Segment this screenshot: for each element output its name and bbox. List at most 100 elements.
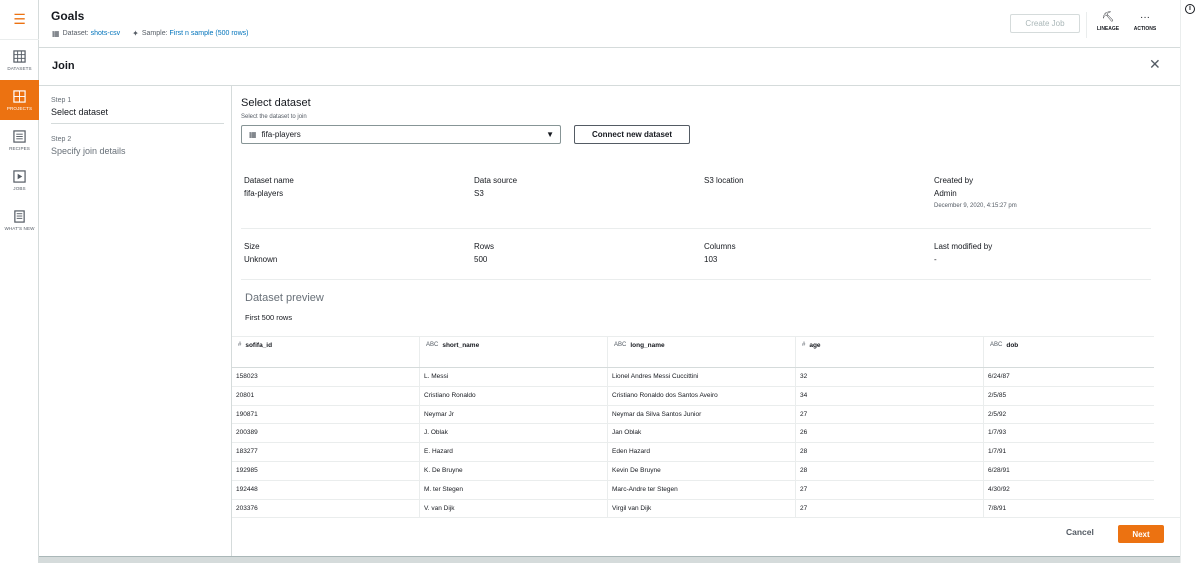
prop-value: Unknown xyxy=(244,255,278,264)
prop-label: Dataset name xyxy=(244,176,294,185)
divider xyxy=(241,279,1151,280)
prop-created-by: Created by Admin December 9, 2020, 4:15:… xyxy=(934,176,1134,209)
next-button[interactable]: Next xyxy=(1118,525,1164,543)
table-cell[interactable]: Virgil van Dijk xyxy=(608,499,796,518)
cancel-button[interactable]: Cancel xyxy=(1066,527,1094,537)
nav-whats-new[interactable]: WHAT'S NEW xyxy=(0,200,39,240)
table-cell[interactable]: 2/5/92 xyxy=(984,406,1154,424)
nav-recipes[interactable]: RECIPES xyxy=(0,120,39,160)
prop-value: fifa-players xyxy=(244,189,284,198)
table-cell[interactable]: 27 xyxy=(796,499,984,518)
table-cell[interactable]: 28 xyxy=(796,461,984,480)
table-cell[interactable]: Cristiano Ronaldo dos Santos Aveiro xyxy=(608,386,796,405)
table-cell[interactable]: 192985 xyxy=(232,461,420,480)
table-cell[interactable]: 34 xyxy=(796,386,984,405)
table-row: 183277 E. Hazard Eden Hazard 28 1/7/91 xyxy=(232,443,1154,462)
table-cell[interactable]: Neymar Jr xyxy=(420,405,608,424)
table-cell[interactable]: 203376 xyxy=(232,499,420,518)
table-cell[interactable]: J. Oblak xyxy=(420,424,608,443)
table-cell[interactable]: 183277 xyxy=(232,443,420,461)
table-cell[interactable]: V. van Dijk xyxy=(420,499,608,518)
step-join-details[interactable]: Step 2 Specify join details xyxy=(51,136,224,156)
string-type-icon: ABC xyxy=(990,342,1003,348)
preview-grid: # sofifa_id ABC short_name ABC long_name # a… xyxy=(232,336,1154,519)
table-cell[interactable]: 27 xyxy=(796,480,984,499)
menu-icon[interactable]: ☰ xyxy=(0,0,39,40)
string-type-icon: ABC xyxy=(614,342,627,348)
page-title: Goals xyxy=(51,9,85,23)
table-cell[interactable]: 1/7/93 xyxy=(984,424,1154,442)
table-cell[interactable]: 200389 xyxy=(232,424,420,443)
table-cell[interactable]: 32 xyxy=(796,368,984,386)
column-header[interactable]: ABC dob xyxy=(984,337,1154,367)
column-name: long_name xyxy=(630,342,665,349)
table-cell[interactable]: 2/5/85 xyxy=(984,387,1154,405)
divider xyxy=(241,228,1151,229)
table-cell[interactable]: E. Hazard xyxy=(420,443,608,461)
table-cell[interactable]: 6/24/87 xyxy=(984,368,1154,386)
number-type-icon: # xyxy=(802,342,806,348)
caret-down-icon: ▼ xyxy=(546,130,554,139)
table-cell[interactable]: 27 xyxy=(796,405,984,424)
table-cell[interactable]: 1/7/91 xyxy=(984,443,1154,461)
table-cell[interactable]: 20801 xyxy=(232,386,420,405)
create-job-button[interactable]: Create Job xyxy=(1010,14,1080,33)
table-cell[interactable]: 158023 xyxy=(232,368,420,386)
connect-new-dataset-button[interactable]: Connect new dataset xyxy=(574,125,690,144)
table-cell[interactable]: 28 xyxy=(796,443,984,461)
nav-label: DATASETS xyxy=(7,65,32,71)
join-panel-header: Join ✕ xyxy=(39,48,1180,86)
actions-button[interactable]: ··· ACTIONS xyxy=(1130,12,1160,36)
table-cell[interactable]: M. ter Stegen xyxy=(420,480,608,499)
dataset-select[interactable]: ▦ fifa-players ▼ xyxy=(241,125,561,144)
column-name: sofifa_id xyxy=(245,342,273,349)
table-cell[interactable]: 4/30/92 xyxy=(984,481,1154,499)
header-meta: ▦ Dataset: shots-csv ✦ Sample: First n s… xyxy=(52,29,248,38)
prop-value: S3 xyxy=(474,189,484,198)
nav-jobs[interactable]: JOBS xyxy=(0,160,39,200)
wizard-footer: Cancel Next xyxy=(232,517,1180,556)
table-row: 192985 K. De Bruyne Kevin De Bruyne 28 6/28/… xyxy=(232,461,1154,481)
table-cell[interactable]: L. Messi xyxy=(420,368,608,386)
table-cell[interactable]: 190871 xyxy=(232,405,420,424)
nav-projects[interactable]: PROJECTS xyxy=(0,80,39,120)
table-cell[interactable]: Lionel Andres Messi Cuccittini xyxy=(608,368,796,386)
table-cell[interactable]: Kevin De Bruyne xyxy=(608,461,796,480)
grid-header: # sofifa_id ABC short_name ABC long_name # a… xyxy=(232,336,1154,368)
column-header[interactable]: # age xyxy=(796,337,984,367)
table-cell[interactable]: K. De Bruyne xyxy=(420,461,608,480)
nav-label: JOBS xyxy=(13,185,26,191)
table-cell[interactable]: Marc-Andre ter Stegen xyxy=(608,480,796,499)
table-cell[interactable]: Cristiano Ronaldo xyxy=(420,386,608,405)
preview-subtitle: First 500 rows xyxy=(245,313,293,322)
table-cell[interactable]: 26 xyxy=(796,424,984,443)
table-cell[interactable]: 6/28/91 xyxy=(984,462,1154,480)
table-cell[interactable]: 7/8/91 xyxy=(984,500,1154,518)
table-cell[interactable]: 192448 xyxy=(232,480,420,499)
info-icon[interactable]: i xyxy=(1185,4,1195,14)
sample-label: Sample: xyxy=(141,30,168,37)
prop-rows: Rows 500 xyxy=(474,242,674,264)
column-header[interactable]: ABC short_name xyxy=(420,337,608,367)
lineage-button[interactable]: ⛏ LINEAGE xyxy=(1093,12,1123,36)
nav-label: PROJECTS xyxy=(6,105,33,111)
page-header: Goals ▦ Dataset: shots-csv ✦ Sample: Fir… xyxy=(39,0,1180,48)
column-header[interactable]: # sofifa_id xyxy=(232,337,420,367)
prop-value: Admin xyxy=(934,189,957,198)
table-cell[interactable]: Neymar da Silva Santos Junior xyxy=(608,405,796,424)
column-header[interactable]: ABC long_name xyxy=(608,337,796,367)
table-cell[interactable]: Eden Hazard xyxy=(608,443,796,461)
prop-value: - xyxy=(934,255,937,264)
prop-label: Last modified by xyxy=(934,242,993,251)
prop-label: Size xyxy=(244,242,260,251)
bottom-scrollbar[interactable] xyxy=(39,556,1180,563)
table-cell[interactable]: Jan Oblak xyxy=(608,424,796,443)
table-icon: ▦ xyxy=(52,29,60,38)
dataset-link[interactable]: shots-csv xyxy=(91,30,121,37)
step-select-dataset[interactable]: Step 1 Select dataset xyxy=(51,97,224,124)
table-row: 20801 Cristiano Ronaldo Cristiano Ronaldo … xyxy=(232,386,1154,406)
grid-icon xyxy=(13,89,26,103)
close-icon[interactable]: ✕ xyxy=(1149,56,1161,73)
sample-link[interactable]: First n sample (500 rows) xyxy=(170,30,249,37)
nav-datasets[interactable]: DATASETS xyxy=(0,40,39,80)
